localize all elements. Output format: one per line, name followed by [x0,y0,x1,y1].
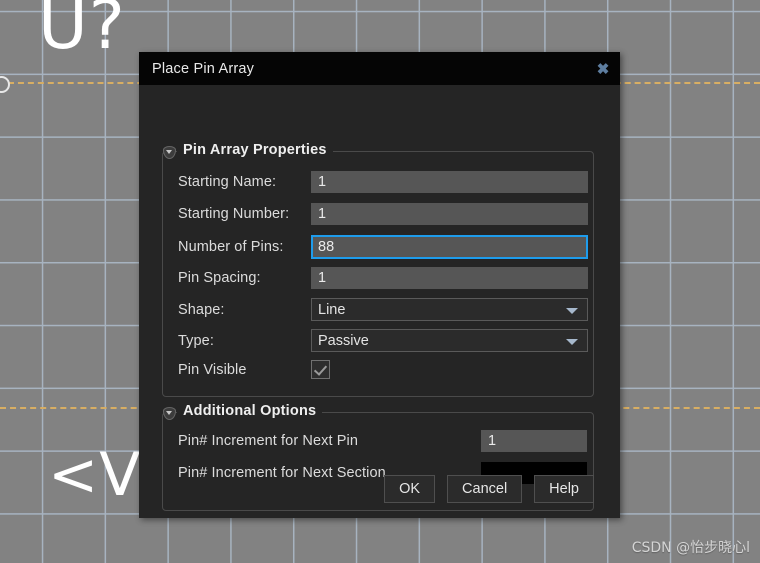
cancel-button[interactable]: Cancel [447,475,523,503]
starting-name-input[interactable] [311,171,588,193]
chevron-down-icon[interactable] [566,338,578,345]
field-row-number-of-pins: Number of Pins: [178,235,588,259]
field-row-type: Type: Passive [178,329,588,352]
field-row-starting-number: Starting Number: [178,203,588,225]
starting-number-label: Starting Number: [178,206,290,222]
canvas-label-u-designator: U? [38,0,126,65]
number-of-pins-input[interactable] [311,235,588,259]
pin-visible-checkbox[interactable] [311,360,330,379]
dialog-body: Pin Array Properties Starting Name: Star… [139,85,620,518]
field-row-pin-visible: Pin Visible [178,360,588,379]
csdn-watermark: CSDN @怡步晓心l [631,540,750,556]
field-row-shape: Shape: Line [178,298,588,321]
chevron-down-icon[interactable] [163,146,176,159]
field-row-starting-name: Starting Name: [178,171,588,193]
dialog-title: Place Pin Array [152,60,255,77]
shape-select-value: Line [318,301,346,318]
dialog-titlebar[interactable]: Place Pin Array ✖ [139,52,620,85]
chevron-down-icon[interactable] [566,307,578,314]
type-label: Type: [178,332,214,349]
group-additional-options-title: Additional Options [177,403,323,419]
chevron-down-icon[interactable] [163,407,176,420]
type-select-value: Passive [318,332,369,349]
group-pin-array-properties-title: Pin Array Properties [177,142,333,158]
pin-spacing-label: Pin Spacing: [178,270,261,286]
shape-label: Shape: [178,301,225,318]
dialog-button-bar: OK Cancel Help [139,475,620,503]
starting-name-label: Starting Name: [178,174,277,190]
type-select[interactable]: Passive [311,329,588,352]
help-button[interactable]: Help [534,475,594,503]
pin-increment-next-pin-label: Pin# Increment for Next Pin [178,433,358,449]
close-icon[interactable]: ✖ [586,52,620,85]
field-row-pin-increment-next-pin: Pin# Increment for Next Pin [178,430,588,452]
shape-select[interactable]: Line [311,298,588,321]
pin-spacing-input[interactable] [311,267,588,289]
pin-increment-next-pin-input[interactable] [481,430,587,452]
ok-button[interactable]: OK [384,475,436,503]
field-row-pin-spacing: Pin Spacing: [178,267,588,289]
number-of-pins-label: Number of Pins: [178,239,284,255]
place-pin-array-dialog: Place Pin Array ✖ Pin Array Properties S… [139,52,620,518]
starting-number-input[interactable] [311,203,588,225]
pin-visible-label: Pin Visible [178,361,247,378]
